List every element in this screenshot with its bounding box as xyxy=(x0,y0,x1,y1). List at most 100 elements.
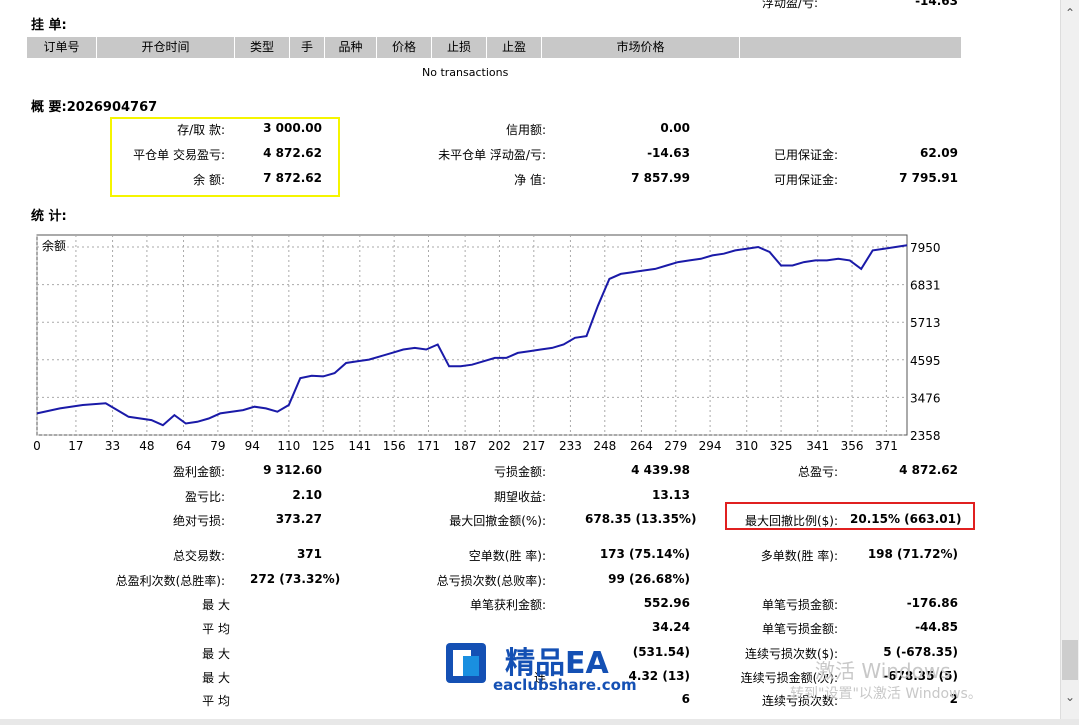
stat-label-row9-0: 最 大 xyxy=(202,671,230,685)
windows-activate-title: 激活 Windows xyxy=(815,659,951,683)
stat-label-row4-1: 空单数(胜 率): xyxy=(468,549,546,563)
x-tick-label: 356 xyxy=(841,439,864,453)
col-tp[interactable]: 止盈 xyxy=(487,37,542,58)
stat-value-row1-0: 9 312.60 xyxy=(263,463,322,477)
stat-value-row6-1: 552.96 xyxy=(643,596,690,610)
plot-area xyxy=(36,234,908,436)
x-tick-label: 64 xyxy=(176,439,191,453)
vertical-scrollbar[interactable]: ⌃ ⌄ xyxy=(1060,0,1079,725)
stat-value-row7-1: 34.24 xyxy=(652,620,690,634)
col-sl[interactable]: 止损 xyxy=(432,37,487,58)
x-tick-label: 217 xyxy=(522,439,545,453)
balance-label: 余 额: xyxy=(193,173,225,187)
floating-pl-value: -14.63 xyxy=(915,0,958,8)
brand-logo-icon xyxy=(446,643,486,683)
col-order[interactable]: 订单号 xyxy=(27,37,97,58)
stat-value-row2-0: 2.10 xyxy=(292,488,322,502)
used-margin-value: 62.09 xyxy=(920,146,958,160)
stat-label-row3-2: 最大回撤比例($): xyxy=(744,514,838,528)
x-tick-label: 187 xyxy=(454,439,477,453)
stats-title: 统 计: xyxy=(31,209,67,224)
stat-value-row5-1: 99 (26.68%) xyxy=(608,572,690,586)
stat-value-row4-2: 198 (71.72%) xyxy=(867,547,958,561)
scroll-up-icon[interactable]: ⌃ xyxy=(1065,6,1075,20)
y-tick-label: 2358 xyxy=(910,429,941,443)
stat-label-row10-0: 平 均 xyxy=(202,694,230,708)
col-symbol[interactable]: 品种 xyxy=(325,37,377,58)
floating-pl-label: 浮动盈/亏: xyxy=(762,0,819,10)
stat-label-row2-1: 期望收益: xyxy=(493,490,546,504)
stat-label-row7-0: 平 均 xyxy=(202,622,230,636)
y-tick-label: 5713 xyxy=(910,316,941,330)
x-tick-label: 325 xyxy=(770,439,793,453)
col-lots[interactable]: 手 xyxy=(290,37,325,58)
col-open-time[interactable]: 开仓时间 xyxy=(97,37,235,58)
stat-label-row6-2: 单笔亏损金额: xyxy=(761,598,838,612)
y-tick-label: 3476 xyxy=(910,391,941,405)
used-margin-label: 已用保证金: xyxy=(773,148,838,162)
balance-chart: 7950 6831 5713 4595 3476 2358 0 17 33 48 64 79 94 11… xyxy=(33,234,941,453)
stat-label-row5-1: 总亏损次数(总败率): xyxy=(436,574,546,588)
x-tick-label: 341 xyxy=(806,439,829,453)
col-price[interactable]: 价格 xyxy=(377,37,432,58)
stat-value-row4-1: 173 (75.14%) xyxy=(599,547,690,561)
free-margin-value: 7 795.91 xyxy=(899,171,958,185)
stat-label-row3-0: 绝对亏损: xyxy=(172,514,225,528)
chart-title: 余额 xyxy=(42,238,66,253)
summary-title: 概 要:2026904767 xyxy=(31,100,158,115)
stat-value-row1-2: 4 872.62 xyxy=(899,463,958,477)
pending-title: 挂 单: xyxy=(31,18,67,33)
stat-label-row4-0: 总交易数: xyxy=(172,549,225,563)
horizontal-scrollbar[interactable] xyxy=(0,719,1079,725)
stat-value-row3-1: 678.35 (13.35%) xyxy=(585,512,697,526)
stat-label-row2-0: 盈亏比: xyxy=(184,490,225,504)
x-tick-label: 294 xyxy=(699,439,722,453)
stat-value-row4-0: 371 xyxy=(296,547,322,561)
x-tick-label: 233 xyxy=(559,439,582,453)
x-tick-label: 371 xyxy=(875,439,898,453)
stat-label-row8-0: 最 大 xyxy=(202,647,230,661)
x-tick-label: 264 xyxy=(630,439,653,453)
stat-label-row5-0: 总盈利次数(总胜率): xyxy=(115,574,225,588)
x-tick-label: 156 xyxy=(383,439,406,453)
credit-label: 信用额: xyxy=(505,123,546,137)
x-tick-label: 310 xyxy=(735,439,758,453)
equity-label: 净 值: xyxy=(514,173,546,187)
deposit-label: 存/取 款: xyxy=(177,123,225,137)
y-tick-label: 7950 xyxy=(910,241,941,255)
col-market-price[interactable]: 市场价格 xyxy=(542,37,740,58)
pending-table-header: 订单号 开仓时间 类型 手 品种 价格 止损 止盈 市场价格 xyxy=(27,37,961,58)
x-tick-label: 33 xyxy=(105,439,120,453)
stat-value-row7-2: -44.85 xyxy=(915,620,958,634)
stat-value-row3-2: 20.15% (663.01) xyxy=(850,512,962,526)
stat-label-row1-2: 总盈亏: xyxy=(797,465,838,479)
y-tick-label: 4595 xyxy=(910,354,941,368)
x-tick-label: 279 xyxy=(664,439,687,453)
x-tick-label: 17 xyxy=(68,439,83,453)
x-tick-label: 171 xyxy=(417,439,440,453)
closed-pl-value: 4 872.62 xyxy=(263,146,322,160)
x-tick-label: 110 xyxy=(277,439,300,453)
brand-watermark: 精品EA eaclubshare.com xyxy=(443,640,637,694)
y-tick-label: 6831 xyxy=(910,279,941,293)
scroll-thumb[interactable] xyxy=(1062,640,1078,680)
no-transactions: No transactions xyxy=(422,66,509,79)
floating-value: -14.63 xyxy=(647,146,690,160)
floating-label: 未平仓单 浮动盈/亏: xyxy=(438,148,546,162)
x-tick-label: 141 xyxy=(348,439,371,453)
stat-label-row4-2: 多单数(胜 率): xyxy=(760,549,838,563)
stat-label-row7-2: 单笔亏损金额: xyxy=(761,622,838,636)
closed-pl-label: 平仓单 交易盈亏: xyxy=(133,148,225,162)
scroll-down-icon[interactable]: ⌄ xyxy=(1065,690,1075,704)
x-tick-label: 0 xyxy=(33,439,41,453)
col-extra xyxy=(740,37,961,58)
x-tick-label: 48 xyxy=(139,439,154,453)
brand-url: eaclubshare.com xyxy=(493,676,637,694)
x-tick-label: 248 xyxy=(593,439,616,453)
stat-value-row1-1: 4 439.98 xyxy=(631,463,690,477)
balance-value: 7 872.62 xyxy=(263,171,322,185)
stat-value-row3-0: 373.27 xyxy=(275,512,322,526)
equity-value: 7 857.99 xyxy=(631,171,690,185)
col-type[interactable]: 类型 xyxy=(235,37,290,58)
credit-value: 0.00 xyxy=(660,121,690,135)
